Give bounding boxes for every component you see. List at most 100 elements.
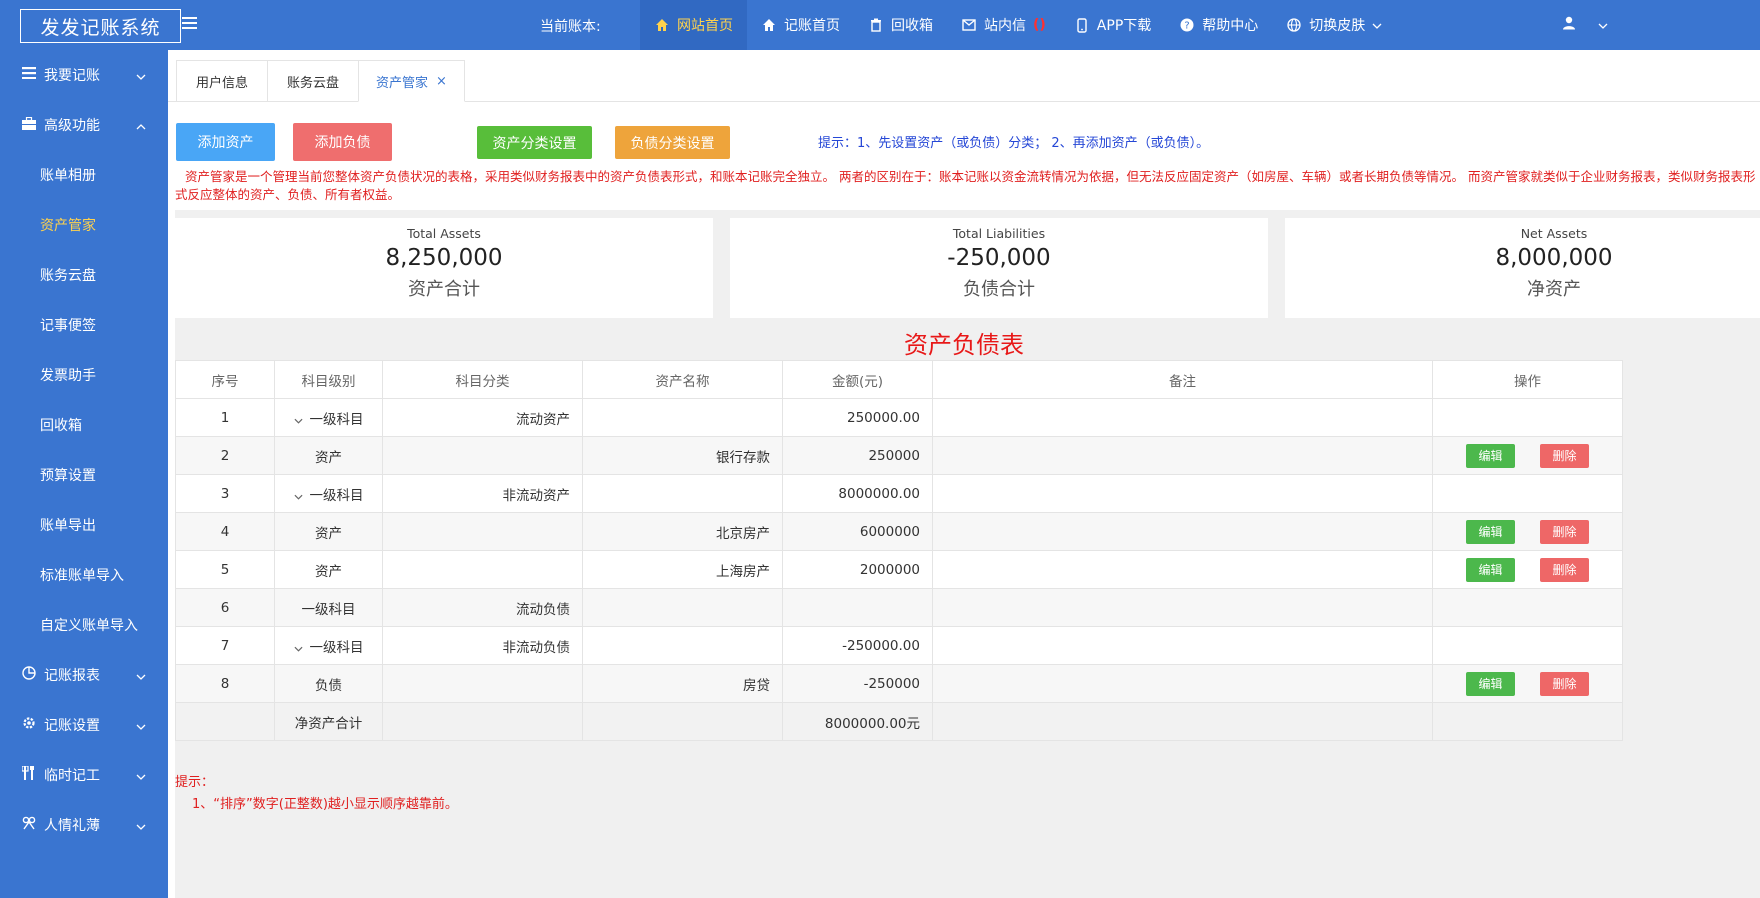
cell-amount: 8000000.00 [782,474,933,513]
cell-no: 4 [175,512,275,551]
cell-category [382,512,583,551]
nav-app-download[interactable]: APP下载 [1060,0,1165,50]
pie-icon [22,666,36,684]
nav-recycle[interactable]: 回收箱 [854,0,947,50]
delete-button[interactable]: 删除 [1540,671,1589,696]
chevron-down-icon [136,718,146,734]
edit-button[interactable]: 编辑 [1466,671,1515,696]
chevron-down-icon [136,68,146,84]
sidebar-sub-budget[interactable]: 预算设置 [0,450,168,500]
delete-button[interactable]: 删除 [1540,557,1589,582]
cell-level[interactable]: 一级科目 [274,626,383,665]
sidebar-item-label: 高级功能 [44,118,100,134]
chevron-up-icon [136,118,146,134]
trash-icon [868,17,884,33]
liability-category-button[interactable]: 负债分类设置 [615,126,730,159]
total-assets-card: Total Assets 8,250,000 资产合计 [175,218,713,318]
level-label: 一级科目 [309,411,364,428]
cell-category: 流动资产 [382,398,583,437]
cell-category: 非流动负债 [382,626,583,665]
main-content: 用户信息 账务云盘 资产管家 × 添加资产 添加负债 资产分类设置 负债分类设置… [168,50,1760,898]
chevron-down-icon[interactable] [293,412,310,428]
sidebar-sub-custom-import[interactable]: 自定义账单导入 [0,600,168,650]
edit-button[interactable]: 编辑 [1466,557,1515,582]
delete-button[interactable]: 删除 [1540,443,1589,468]
sidebar-item-settings[interactable]: 记账设置 [0,700,168,750]
chevron-down-icon [1598,18,1608,33]
table-header-row: 序号 科目级别 科目分类 资产名称 金额(元) 备注 操作 [175,360,1623,399]
tab-user-info[interactable]: 用户信息 [176,60,268,102]
delete-button[interactable]: 删除 [1540,519,1589,544]
col-header: 序号 [175,360,275,399]
total-label: 净资产合计 [274,702,383,741]
total-value: 8000000.00元 [782,702,933,741]
tab-label: 用户信息 [195,75,248,91]
total-liabilities-card: Total Liabilities -250,000 负债合计 [730,218,1268,318]
cell-note [932,474,1433,513]
cell-name: 银行存款 [582,436,783,475]
sidebar-sub-invoice[interactable]: 发票助手 [0,350,168,400]
stat-value: 8,250,000 [385,245,503,271]
cell-name [582,474,783,513]
sidebar-item-temp-work[interactable]: 临时记工 [0,750,168,800]
top-nav: 网站首页 记账首页 回收箱 站内信 () APP下载 ? 帮助中心 切换皮肤 [640,0,1396,50]
sidebar-sub-notes[interactable]: 记事便签 [0,300,168,350]
sidebar-item-reports[interactable]: 记账报表 [0,650,168,700]
col-header: 资产名称 [582,360,783,399]
level-label: 负债 [315,677,342,694]
balance-sheet-area: 序号 科目级别 科目分类 资产名称 金额(元) 备注 操作 1 一级科目 流动资产 2… [175,360,1760,898]
app-logo[interactable]: 发发记账系统 [20,9,181,43]
sidebar-sub-recycle[interactable]: 回收箱 [0,400,168,450]
cell-amount [782,588,933,627]
nav-help[interactable]: ? 帮助中心 [1165,0,1272,50]
cell-note [932,512,1433,551]
nav-book-home[interactable]: 记账首页 [747,0,854,50]
close-icon[interactable]: × [436,74,447,89]
chevron-down-icon[interactable] [293,488,310,504]
tab-cloud-disk[interactable]: 账务云盘 [267,60,359,102]
cell-no: 5 [175,550,275,589]
stat-value: 8,000,000 [1495,245,1613,271]
level-label: 资产 [315,525,342,542]
tips-title: 提示： [175,775,215,790]
cell-amount: 250000 [782,436,933,475]
sidebar-sub-std-import[interactable]: 标准账单导入 [0,550,168,600]
add-asset-button[interactable]: 添加资产 [176,123,275,161]
table-row: 7 一级科目 非流动负债 -250000.00 [175,626,1623,665]
sidebar-sub-export[interactable]: 账单导出 [0,500,168,550]
sidebar-sub-bill-album[interactable]: 账单相册 [0,150,168,200]
nav-switch-skin[interactable]: 切换皮肤 [1272,0,1396,50]
level-label: 资产 [315,449,342,466]
cell-amount: 6000000 [782,512,933,551]
edit-button[interactable]: 编辑 [1466,519,1515,544]
nav-site-home[interactable]: 网站首页 [640,0,747,50]
cell-note [932,550,1433,589]
sidebar-item-bookkeeping[interactable]: 我要记账 [0,50,168,100]
tab-label: 账务云盘 [286,75,339,91]
chevron-down-icon [1372,17,1382,33]
user-menu[interactable] [1550,0,1620,50]
sidebar-item-label: 我要记账 [44,68,100,84]
cell-level[interactable]: 一级科目 [274,474,383,513]
add-liability-button[interactable]: 添加负债 [293,123,392,161]
account-label: 当前账本: [540,19,601,35]
sidebar-sub-asset-manager[interactable]: 资产管家 [0,200,168,250]
nav-messages[interactable]: 站内信 () [947,0,1060,50]
top-bar: 发发记账系统 当前账本: 网站首页 记账首页 回收箱 站内信 () APP下载 … [0,0,1760,50]
asset-category-button[interactable]: 资产分类设置 [477,126,592,159]
sidebar-item-gift-book[interactable]: 人情礼薄 [0,800,168,850]
sidebar-item-advanced[interactable]: 高级功能 [0,100,168,150]
menu-toggle-icon[interactable] [182,14,202,34]
tab-asset-manager[interactable]: 资产管家 × [358,60,465,102]
cell-empty [582,702,783,741]
setup-hint: 提示：1、先设置资产（或负债）分类； 2、再添加资产（或负债）。 [818,136,1210,151]
table-row: 2 资产 银行存款 250000 编辑 删除 [175,436,1623,475]
stat-value: -250,000 [947,245,1051,271]
stat-title-en: Net Assets [1520,226,1588,241]
chevron-down-icon[interactable] [293,640,310,656]
sidebar: 我要记账 高级功能 账单相册 资产管家 账务云盘 记事便签 发票助手 回收箱 预… [0,50,168,898]
edit-button[interactable]: 编辑 [1466,443,1515,468]
cell-level[interactable]: 一级科目 [274,398,383,437]
chevron-down-icon [136,768,146,784]
sidebar-sub-cloud-disk[interactable]: 账务云盘 [0,250,168,300]
